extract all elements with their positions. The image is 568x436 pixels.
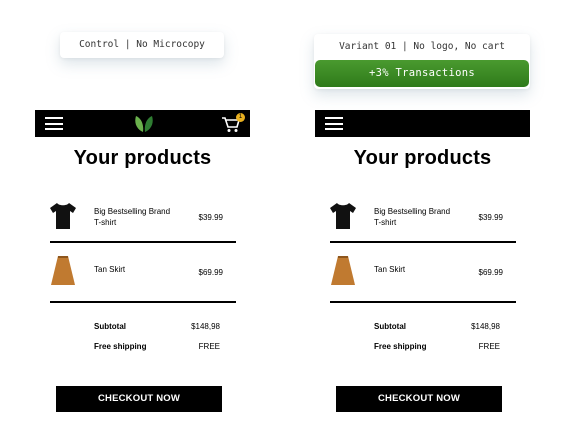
product-row[interactable]: Big Bestselling Brand T-shirt $39.99 (35, 200, 250, 240)
tshirt-image (330, 203, 356, 229)
product-row[interactable]: Tan Skirt $69.99 (35, 255, 250, 295)
subtotal-label: Subtotal (94, 322, 126, 331)
variant-label: Variant 01 | No logo, No cart +3% Transa… (314, 34, 530, 89)
shipping-value: FREE (478, 342, 500, 351)
product-price: $39.99 (478, 213, 503, 222)
control-label: Control | No Microcopy (60, 32, 224, 58)
menu-icon[interactable] (45, 117, 63, 130)
skirt-image (51, 256, 75, 285)
navbar: 1 (35, 110, 250, 137)
cart-icon[interactable]: 1 (221, 113, 245, 133)
product-name: Big Bestselling Brand T-shirt (374, 207, 451, 227)
checkout-button[interactable]: CHECKOUT NOW (56, 386, 222, 412)
product-name: Tan Skirt (374, 265, 406, 274)
subtotal-label: Subtotal (374, 322, 406, 331)
skirt-image (331, 256, 355, 285)
control-mockup: 1 Your products Big Bestselling Brand T-… (35, 110, 250, 412)
product-row[interactable]: Tan Skirt $69.99 (315, 255, 530, 295)
leaf-logo-icon (135, 116, 153, 132)
product-row[interactable]: Big Bestselling Brand T-shirt $39.99 (315, 200, 530, 240)
product-price: $39.99 (198, 213, 223, 222)
variant-mockup: Your products Big Bestselling Brand T-sh… (315, 110, 530, 412)
product-price: $69.99 (478, 268, 503, 277)
shipping-value: FREE (198, 342, 220, 351)
cart-count-badge: 1 (236, 113, 245, 122)
transactions-stat-badge: +3% Transactions (315, 60, 529, 87)
checkout-button[interactable]: CHECKOUT NOW (336, 386, 502, 412)
page-title: Your products (353, 147, 492, 169)
navbar (315, 110, 530, 137)
subtotal-value: $148,98 (191, 322, 220, 331)
tshirt-image (50, 203, 76, 229)
product-name: Tan Skirt (94, 265, 126, 274)
divider (330, 301, 516, 303)
divider (330, 241, 516, 243)
control-label-text: Control | No Microcopy (79, 39, 205, 50)
product-price: $69.99 (198, 268, 223, 277)
page-title: Your products (73, 147, 212, 169)
divider (50, 241, 236, 243)
variant-label-text: Variant 01 | No logo, No cart (339, 41, 505, 52)
product-name: Big Bestselling Brand T-shirt (94, 207, 171, 227)
subtotal-value: $148,98 (471, 322, 500, 331)
shipping-label: Free shipping (374, 342, 427, 351)
shipping-label: Free shipping (94, 342, 147, 351)
divider (50, 301, 236, 303)
menu-icon[interactable] (325, 117, 343, 130)
